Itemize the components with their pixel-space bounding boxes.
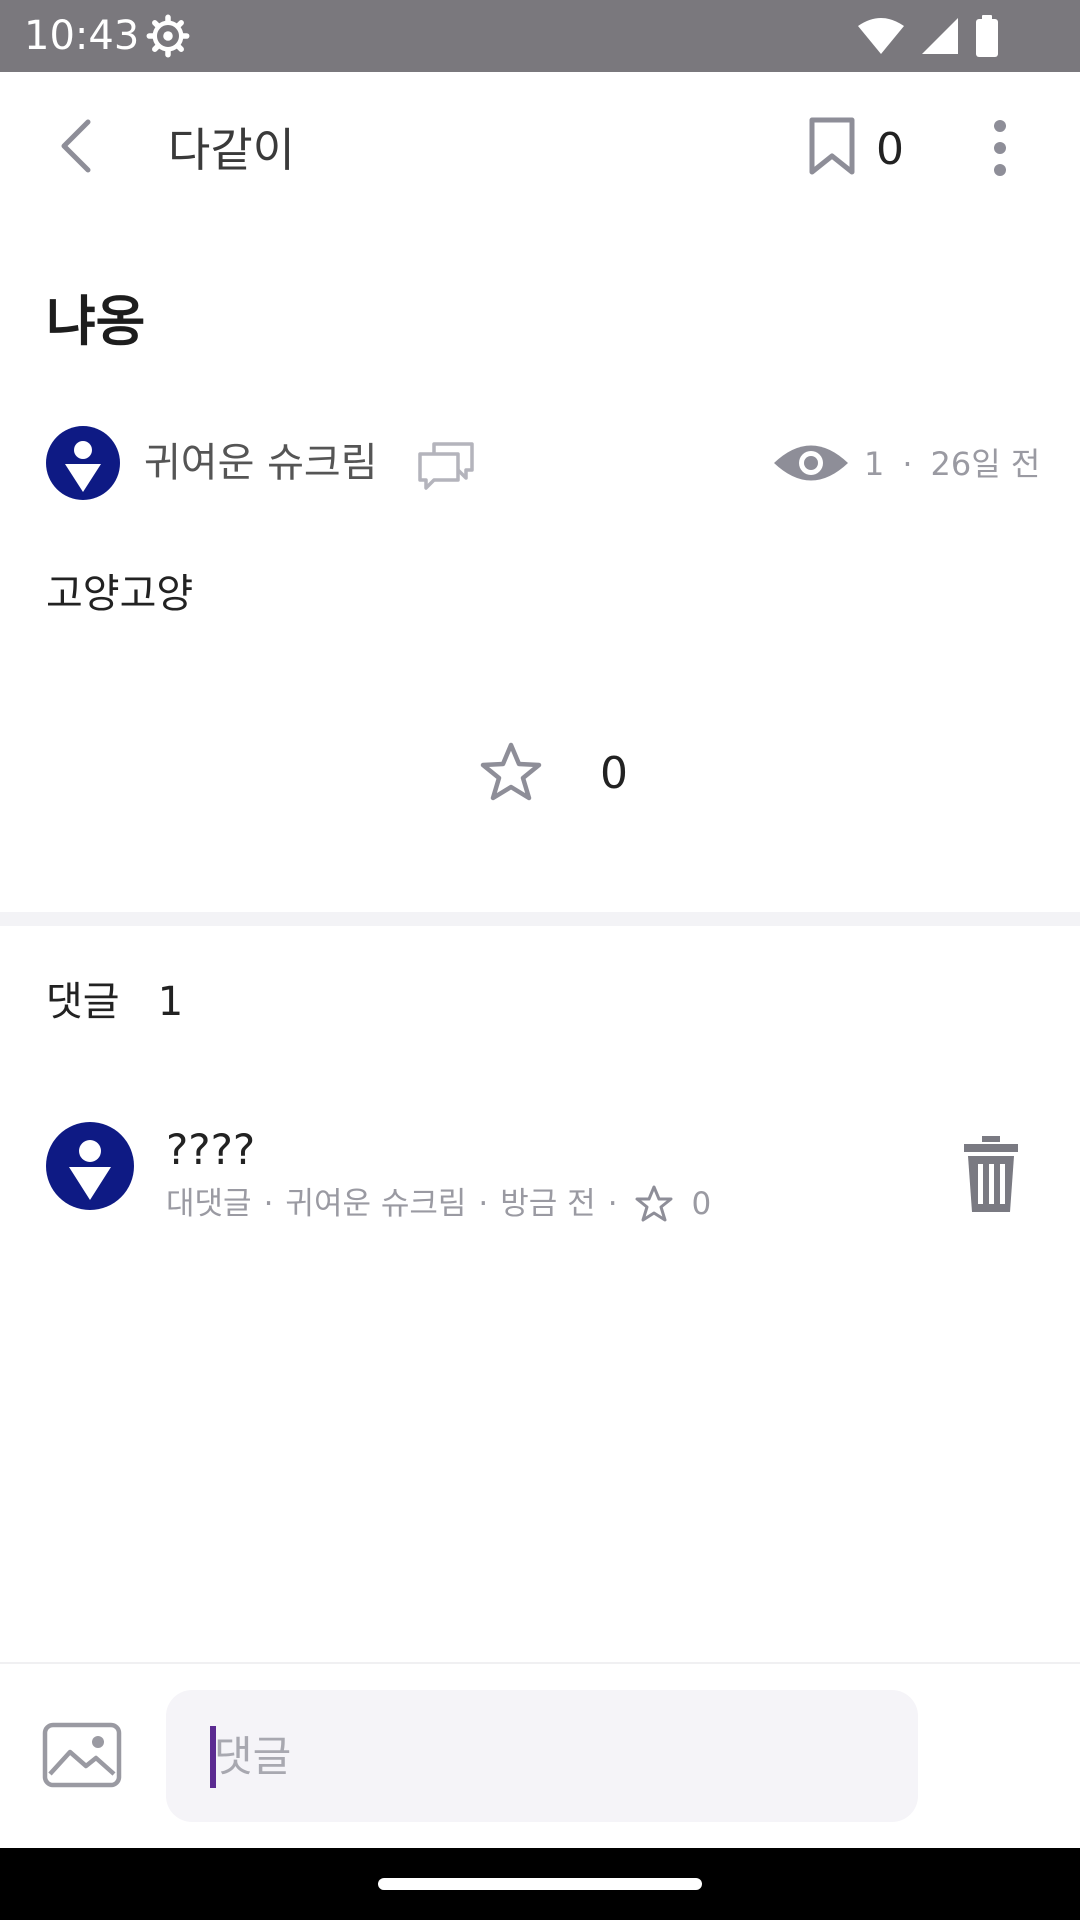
board-title: 다같이 [168,123,295,177]
comment-input[interactable] [214,1716,874,1796]
post-body: 고양고양 [46,571,194,617]
post-title: 냐옹 [46,290,146,353]
comment-item: ???? 대댓글 · 귀여운 슈크림 · 방금 전 · 0 [0,1118,1080,1228]
cellular-signal-icon [922,18,958,54]
view-count: 1 [864,445,885,483]
comment-author-name[interactable]: 귀여운 슈크림 [285,1184,466,1224]
post-like-count: 0 [600,748,628,799]
bookmark-icon[interactable] [800,114,864,178]
comment-like-count: 0 [691,1186,712,1222]
person-icon [65,441,101,492]
bookmark-count: 0 [876,124,904,175]
meta-separator: · [478,1186,489,1222]
comment-author-avatar[interactable] [46,1122,134,1210]
comments-label: 댓글 [46,979,120,1025]
composer-divider [0,1662,1080,1664]
author-name[interactable]: 귀여운 슈크림 [144,438,378,488]
author-avatar[interactable] [46,426,120,500]
chat-bubbles-icon[interactable] [414,434,478,490]
meta-separator: · [607,1186,618,1222]
comments-count: 1 [157,979,184,1025]
meta-separator: · [263,1186,274,1222]
comment-meta: 대댓글 · 귀여운 슈크림 · 방금 전 · 0 [166,1184,711,1224]
more-vertical-icon[interactable] [972,112,1028,184]
section-divider [0,912,1080,926]
post-author-row: 귀여운 슈크림 1 · 26일 전 [0,424,1080,502]
status-icons [856,14,1000,58]
wifi-icon [858,18,904,54]
meta-separator: · [902,445,913,483]
post-like-row: 0 [0,740,1080,820]
comment-text: ???? [166,1125,256,1174]
post-time: 26일 전 [930,445,1041,483]
status-bar: 10:43 [0,0,1080,72]
comments-header: 댓글 1 [46,976,183,1028]
person-icon [69,1140,111,1200]
system-nav-bar [0,1848,1080,1920]
back-arrow-icon[interactable] [42,110,114,182]
reply-link[interactable]: 대댓글 [166,1184,252,1224]
star-outline-icon[interactable] [634,1184,674,1224]
comment-input-container [166,1690,918,1822]
settings-gear-icon [146,14,190,58]
app-bar: 다같이 0 [0,72,1080,228]
eye-icon [774,445,848,481]
comment-time: 방금 전 [500,1186,596,1222]
home-indicator[interactable] [378,1878,702,1890]
image-attach-icon[interactable] [42,1722,122,1788]
status-time: 10:43 [24,13,140,59]
battery-icon [976,15,998,57]
post-meta: 1 · 26일 전 [864,444,1040,484]
star-outline-icon[interactable] [478,740,544,806]
trash-icon[interactable] [958,1134,1024,1214]
